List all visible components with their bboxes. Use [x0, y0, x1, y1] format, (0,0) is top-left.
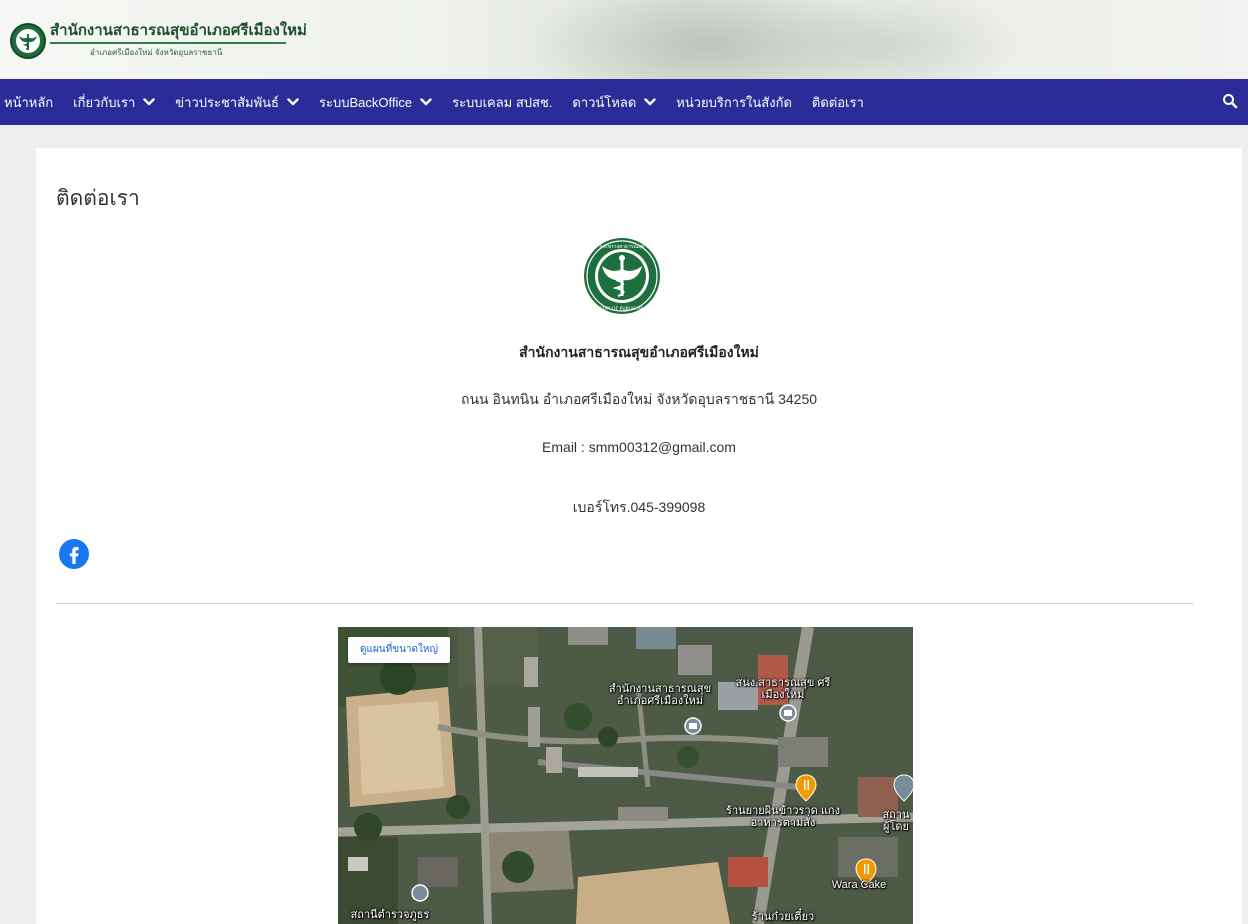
site-brand[interactable]: สำนักงานสาธารณสุขอำเภอศรีเมืองใหม่ อำเภอ… — [10, 22, 307, 59]
map-label-office-short[interactable]: สนง.สาธารณสุข ศรีเมืองใหม่ — [728, 677, 838, 701]
nav-item-backoffice[interactable]: ระบบBackOffice — [309, 79, 442, 125]
map-label-edge[interactable]: สถาน ผู้โดย — [878, 809, 913, 833]
nav-item-label: หน้าหลัก — [4, 94, 54, 110]
nav-item-label: ดาวน์โหลด — [572, 94, 637, 110]
map-label-restaurant[interactable]: ร้านยายผินข้าวราด แกงอาหารตามสั่ง — [718, 805, 848, 829]
nav-item-news[interactable]: ข่าวประชาสัมพันธ์ — [165, 79, 309, 125]
content-card: ติดต่อเรา กระทรวงสาธารณสุข MINISTRY OF P… — [36, 148, 1242, 924]
phone-text: เบอร์โทร.045-399098 — [572, 499, 706, 515]
header-background-decoration-2 — [760, 0, 1020, 79]
nav-item-label: ระบบBackOffice — [319, 94, 413, 110]
site-header: สำนักงานสาธารณสุขอำเภอศรีเมืองใหม่ อำเภอ… — [0, 0, 1248, 79]
chevron-down-icon — [287, 98, 299, 106]
site-subtitle: อำเภอศรีเมืองใหม่ จังหวัดอุบลราชธานี — [90, 48, 223, 57]
nav-item-label: ระบบเคลม สปสช. — [452, 94, 553, 110]
chevron-down-icon — [143, 98, 155, 106]
nav-item-service-units[interactable]: หน่วยบริการในสังกัด — [666, 79, 802, 125]
site-title: สำนักงานสาธารณสุขอำเภอศรีเมืองใหม่ — [50, 22, 307, 39]
map-label-cake[interactable]: Wara Cake — [824, 879, 894, 891]
brand-underline — [50, 42, 286, 44]
address-text: ถนน อินทนิน อำเภอศรีเมืองใหม่ จังหวัดอุบ… — [460, 391, 818, 407]
page-title: ติดต่อเรา — [56, 187, 140, 210]
ministry-logo-icon — [10, 22, 46, 59]
svg-text:MINISTRY OF PUBLIC HEALTH: MINISTRY OF PUBLIC HEALTH — [590, 306, 655, 312]
search-icon[interactable] — [1222, 93, 1238, 114]
nav-item-label: เกี่ยวกับเรา — [73, 94, 136, 110]
facebook-icon[interactable] — [58, 538, 90, 575]
nav-item-claim[interactable]: ระบบเคลม สปสช. — [442, 79, 562, 125]
view-larger-map-button[interactable]: ดูแผนที่ขนาดใหญ่ — [348, 637, 451, 663]
main-navigation: หน้าหลัก เกี่ยวกับเรา ข่าวประชาสัมพันธ์ … — [0, 79, 1248, 125]
google-map-embed[interactable]: ดูแผนที่ขนาดใหญ่ สำนักงานสาธารณสุข อำเภอ… — [338, 627, 913, 924]
map-label-station[interactable]: สถานีตำรวจภูธร — [340, 909, 440, 921]
map-label-office[interactable]: สำนักงานสาธารณสุข อำเภอศรีเมืองใหม่ — [600, 683, 720, 707]
email-text: Email : smm00312@gmail.com — [542, 439, 736, 455]
nav-item-label: หน่วยบริการในสังกัด — [676, 94, 792, 110]
chevron-down-icon — [644, 98, 656, 106]
svg-text:กระทรวงสาธารณสุข: กระทรวงสาธารณสุข — [599, 244, 644, 250]
poi-office-short-marker — [779, 704, 797, 722]
poi-station-marker — [411, 884, 429, 902]
organization-name: สำนักงานสาธารณสุขอำเภอศรีเมืองใหม่ — [519, 344, 759, 360]
ministry-of-public-health-logo-icon: กระทรวงสาธารณสุข MINISTRY OF PUBLIC HEAL… — [582, 236, 662, 316]
nav-item-download[interactable]: ดาวน์โหลด — [562, 79, 666, 125]
nav-item-label: ติดต่อเรา — [811, 94, 864, 110]
chevron-down-icon — [420, 98, 432, 106]
nav-item-contact[interactable]: ติดต่อเรา — [802, 79, 874, 125]
poi-office-marker — [684, 717, 702, 735]
nav-item-label: ข่าวประชาสัมพันธ์ — [175, 94, 279, 110]
section-divider — [56, 603, 1194, 604]
nav-item-about[interactable]: เกี่ยวกับเรา — [63, 79, 165, 125]
nav-item-home[interactable]: หน้าหลัก — [0, 79, 63, 125]
map-label-edge-bottom[interactable]: ร้านก๋วยเตี๋ยว — [738, 911, 828, 923]
